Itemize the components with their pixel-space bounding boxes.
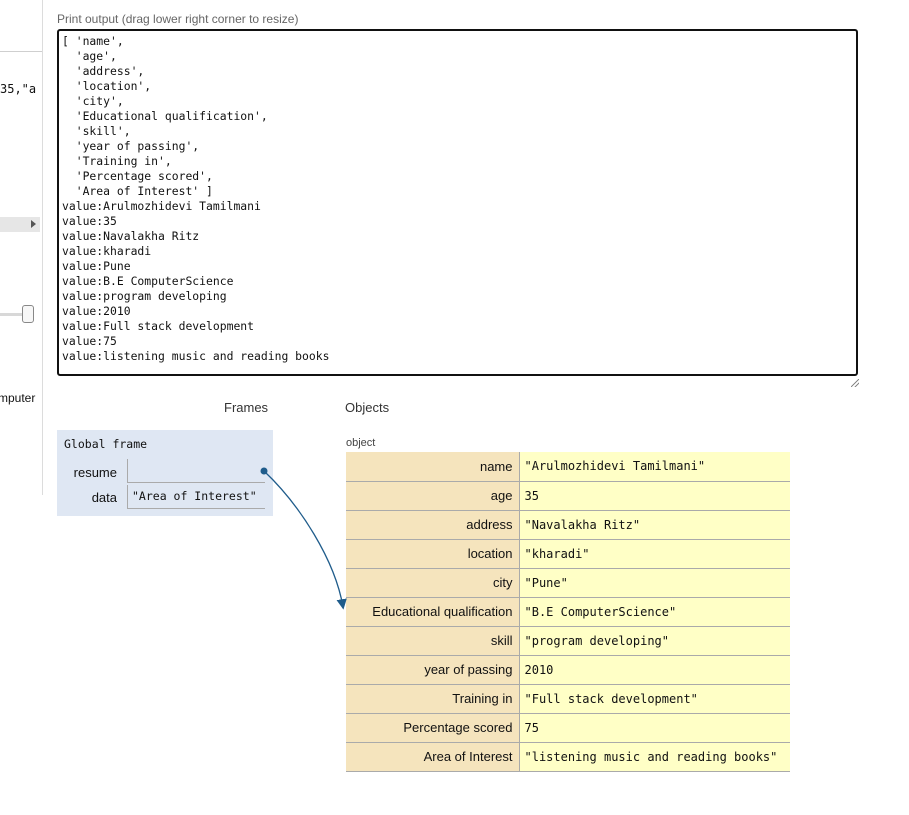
object-key: Educational qualification bbox=[346, 597, 520, 627]
print-output-line: 'Educational qualification', bbox=[62, 109, 268, 123]
clipped-text: mputer bbox=[0, 391, 36, 405]
object-key: year of passing bbox=[346, 655, 520, 685]
step-slider-handle[interactable] bbox=[22, 305, 34, 323]
object-type-label: object bbox=[346, 437, 376, 449]
print-output-line: 'city', bbox=[62, 94, 124, 108]
object-row: city "Pune" bbox=[346, 568, 790, 598]
triangle-right-icon bbox=[31, 220, 36, 228]
print-output-line: value:Full stack development bbox=[62, 319, 255, 333]
object-key: name bbox=[346, 452, 520, 482]
object-value: "B.E ComputerScience" bbox=[519, 597, 790, 627]
print-output-line: 'Percentage scored', bbox=[62, 169, 213, 183]
print-output-line: 'year of passing', bbox=[62, 139, 200, 153]
object-value: "kharadi" bbox=[519, 539, 790, 569]
print-output-line: value:listening music and reading books bbox=[62, 349, 330, 363]
editor-divider bbox=[0, 51, 42, 52]
print-output-line: 'Area of Interest' ] bbox=[62, 184, 213, 198]
print-output-line: value:B.E ComputerScience bbox=[62, 274, 234, 288]
print-output-line: 'location', bbox=[62, 79, 152, 93]
object-value: "listening music and reading books" bbox=[519, 742, 790, 772]
object-value: 75 bbox=[519, 713, 790, 743]
print-output-line: value:75 bbox=[62, 334, 117, 348]
print-output-textarea[interactable]: [ 'name', 'age', 'address', 'location', … bbox=[57, 29, 858, 376]
object-row: skill "program developing" bbox=[346, 626, 790, 656]
print-output-label: Print output (drag lower right corner to… bbox=[57, 12, 299, 26]
object-value: "Arulmozhidevi Tamilmani" bbox=[519, 452, 790, 482]
print-output-line: value:program developing bbox=[62, 289, 227, 303]
object-row: Percentage scored 75 bbox=[346, 713, 790, 743]
variable-name-resume: resume bbox=[73, 465, 117, 480]
print-output-line: value:Arulmozhidevi Tamilmani bbox=[62, 199, 261, 213]
print-output-line: value:Pune bbox=[62, 259, 131, 273]
resize-grip-icon[interactable] bbox=[851, 379, 859, 387]
object-key: Percentage scored bbox=[346, 713, 520, 743]
print-output-line: [ 'name', bbox=[62, 34, 124, 48]
print-output-line: value:2010 bbox=[62, 304, 131, 318]
variable-name-data: data bbox=[91, 490, 117, 505]
step-navigation-bar[interactable] bbox=[0, 217, 40, 232]
variable-value-data: "Area of Interest" bbox=[127, 485, 265, 509]
object-row: Educational qualification "B.E ComputerSc… bbox=[346, 597, 790, 627]
object-row: Training in "Full stack development" bbox=[346, 684, 790, 714]
object-row: Area of Interest "listening music and rea… bbox=[346, 742, 790, 772]
print-output-line: 'address', bbox=[62, 64, 145, 78]
object-value: "program developing" bbox=[519, 626, 790, 656]
object-row: age 35 bbox=[346, 481, 790, 511]
object-table: name "Arulmozhidevi Tamilmani" age 35 addres… bbox=[346, 452, 790, 772]
global-frame: Global frame resume data "Area of Intere… bbox=[57, 430, 273, 516]
object-row: year of passing 2010 bbox=[346, 655, 790, 685]
variable-value-resume bbox=[127, 459, 265, 483]
print-output-line: 'age', bbox=[62, 49, 117, 63]
objects-heading: Objects bbox=[345, 400, 390, 415]
frames-heading: Frames bbox=[224, 400, 269, 415]
object-row: address "Navalakha Ritz" bbox=[346, 510, 790, 540]
print-output-line: value:35 bbox=[62, 214, 117, 228]
object-value: "Full stack development" bbox=[519, 684, 790, 714]
object-value: 2010 bbox=[519, 655, 790, 685]
code-editor-pane: 35,"a mputer bbox=[0, 0, 43, 495]
object-key: skill bbox=[346, 626, 520, 656]
object-row: location "kharadi" bbox=[346, 539, 790, 569]
object-row: name "Arulmozhidevi Tamilmani" bbox=[346, 452, 790, 482]
object-value: "Navalakha Ritz" bbox=[519, 510, 790, 540]
object-key: city bbox=[346, 568, 520, 598]
code-fragment: 35,"a bbox=[0, 82, 37, 96]
object-key: age bbox=[346, 481, 520, 511]
object-key: Area of Interest bbox=[346, 742, 520, 772]
print-output-line: value:Navalakha Ritz bbox=[62, 229, 200, 243]
print-output-line: value:kharadi bbox=[62, 244, 152, 258]
print-output-line: 'skill', bbox=[62, 124, 131, 138]
object-key: address bbox=[346, 510, 520, 540]
object-value: 35 bbox=[519, 481, 790, 511]
object-value: "Pune" bbox=[519, 568, 790, 598]
global-frame-title: Global frame bbox=[64, 437, 148, 451]
object-key: Training in bbox=[346, 684, 520, 714]
object-key: location bbox=[346, 539, 520, 569]
print-output-line: 'Training in', bbox=[62, 154, 172, 168]
pointer-line bbox=[263, 470, 347, 610]
